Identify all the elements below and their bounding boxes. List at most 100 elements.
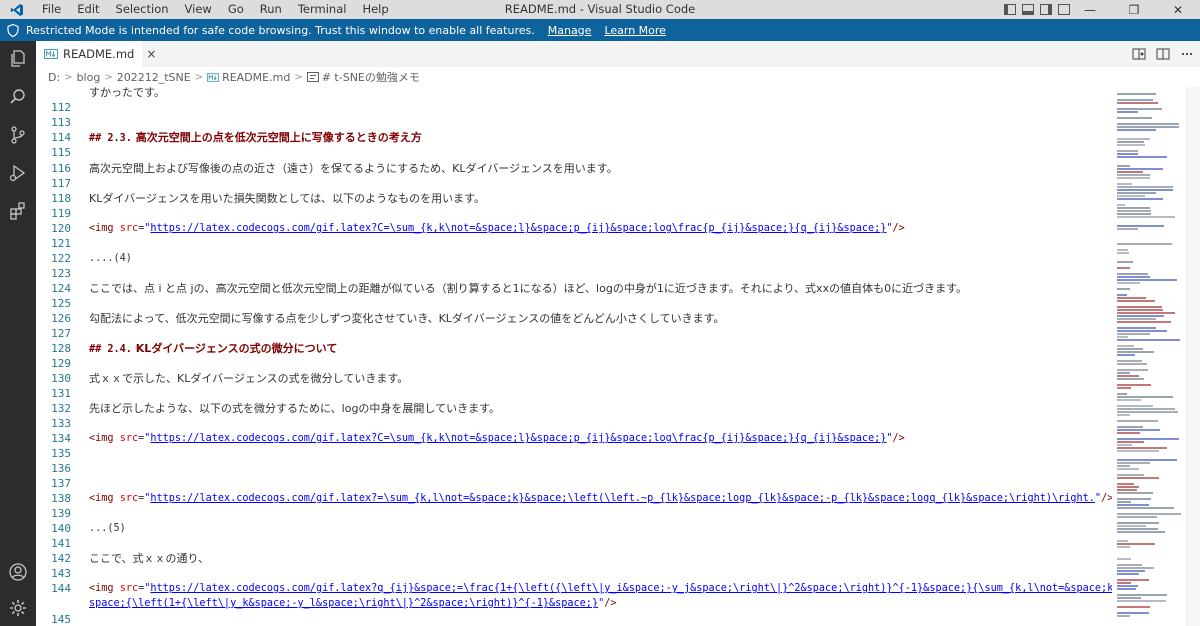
menu-run[interactable]: Run bbox=[252, 0, 290, 19]
minimap-line bbox=[1117, 432, 1140, 434]
toggle-secondary-sidebar-icon[interactable] bbox=[1040, 4, 1052, 15]
restore-button[interactable]: ❐ bbox=[1112, 0, 1156, 19]
minimap-line bbox=[1117, 477, 1159, 479]
minimap-line bbox=[1117, 261, 1133, 263]
minimap-line bbox=[1117, 318, 1156, 320]
close-window-button[interactable]: ✕ bbox=[1156, 0, 1200, 19]
minimap-line bbox=[1117, 138, 1150, 140]
breadcrumb-heading[interactable]: # t-SNEの勉強メモ bbox=[322, 69, 420, 85]
minimap-line bbox=[1117, 327, 1156, 329]
minimap-line bbox=[1117, 582, 1131, 584]
source-control-icon[interactable] bbox=[0, 117, 36, 153]
tab-readme[interactable]: README.md × bbox=[36, 41, 156, 67]
minimap-line bbox=[1117, 354, 1135, 356]
minimap-line bbox=[1117, 333, 1150, 335]
explorer-icon[interactable] bbox=[0, 41, 36, 77]
manage-link[interactable]: Manage bbox=[548, 24, 592, 37]
minimap-line bbox=[1117, 489, 1137, 491]
minimap-line bbox=[1117, 141, 1144, 143]
minimap-line bbox=[1117, 300, 1155, 302]
banner-message: Restricted Mode is intended for safe cod… bbox=[26, 23, 535, 37]
minimap-line bbox=[1117, 174, 1150, 176]
minimap-line bbox=[1117, 321, 1171, 323]
minimap-line bbox=[1117, 573, 1139, 575]
minimap-line bbox=[1117, 600, 1166, 602]
minimap-line bbox=[1117, 315, 1164, 317]
minimap[interactable] bbox=[1112, 87, 1186, 626]
manage-gear-icon[interactable] bbox=[0, 590, 36, 626]
toggle-primary-sidebar-icon[interactable] bbox=[1004, 4, 1016, 15]
minimap-line bbox=[1117, 216, 1175, 218]
minimap-line bbox=[1117, 111, 1138, 113]
window-controls: — ❐ ✕ bbox=[1068, 0, 1200, 19]
minimap-line bbox=[1117, 372, 1130, 374]
run-debug-icon[interactable] bbox=[0, 155, 36, 191]
minimap-line bbox=[1117, 486, 1139, 488]
learn-more-link[interactable]: Learn More bbox=[604, 24, 666, 37]
menu-edit[interactable]: Edit bbox=[69, 0, 107, 19]
minimap-line bbox=[1117, 399, 1141, 401]
minimap-line bbox=[1117, 516, 1157, 518]
minimap-line bbox=[1117, 243, 1172, 245]
minimap-line bbox=[1117, 177, 1150, 179]
more-actions-icon[interactable] bbox=[1180, 47, 1194, 61]
minimap-line bbox=[1117, 168, 1163, 170]
editor-area[interactable]: すかったです。 112 113 114 ## 2.3. 高次元空間上の点を低次元… bbox=[36, 87, 1112, 626]
minimap-line bbox=[1117, 438, 1179, 440]
minimap-line bbox=[1117, 378, 1144, 380]
minimap-line bbox=[1117, 330, 1167, 332]
breadcrumb-folder-tsne[interactable]: 202212_tSNE bbox=[117, 71, 191, 84]
menu-selection[interactable]: Selection bbox=[108, 0, 177, 19]
open-preview-to-side-icon[interactable] bbox=[1132, 47, 1146, 61]
vertical-scrollbar[interactable] bbox=[1186, 87, 1200, 626]
search-icon[interactable] bbox=[0, 79, 36, 115]
minimap-line bbox=[1117, 294, 1127, 296]
restricted-mode-banner: Restricted Mode is intended for safe cod… bbox=[0, 19, 1200, 41]
minimap-line bbox=[1117, 156, 1167, 158]
minimap-line bbox=[1117, 606, 1150, 608]
breadcrumb-drive[interactable]: D: bbox=[48, 71, 60, 84]
latex-url-link[interactable]: https://latex.codecogs.com/gif.latex?=\s… bbox=[150, 493, 1095, 504]
minimap-line bbox=[1117, 429, 1160, 431]
minimap-line bbox=[1117, 345, 1134, 347]
accounts-icon[interactable] bbox=[0, 554, 36, 590]
menu-go[interactable]: Go bbox=[220, 0, 252, 19]
menu-file[interactable]: File bbox=[34, 0, 69, 19]
minimap-line bbox=[1117, 474, 1144, 476]
line-number: 145 bbox=[51, 613, 71, 626]
split-editor-icon[interactable] bbox=[1156, 47, 1170, 61]
extensions-icon[interactable] bbox=[0, 193, 36, 229]
activity-bar bbox=[0, 41, 36, 626]
minimap-line bbox=[1117, 615, 1130, 617]
markdown-file-icon bbox=[207, 71, 220, 83]
minimap-line bbox=[1117, 144, 1145, 146]
minimize-button[interactable]: — bbox=[1068, 0, 1112, 19]
menu-view[interactable]: View bbox=[177, 0, 220, 19]
latex-url-link[interactable]: space;{\left(1+{\left\|y_k&space;-y_l&sp… bbox=[89, 598, 598, 609]
minimap-line bbox=[1117, 183, 1132, 185]
minimap-line bbox=[1117, 171, 1143, 173]
minimap-line bbox=[1117, 165, 1130, 167]
breadcrumb-file[interactable]: README.md bbox=[222, 71, 290, 84]
breadcrumb-folder-blog[interactable]: blog bbox=[77, 71, 101, 84]
symbol-string-icon bbox=[306, 71, 319, 83]
minimap-line bbox=[1117, 192, 1156, 194]
latex-url-link[interactable]: https://latex.codecogs.com/gif.latex?C=\… bbox=[150, 223, 886, 234]
minimap-line bbox=[1117, 195, 1145, 197]
menu-help[interactable]: Help bbox=[354, 0, 396, 19]
tab-close-button[interactable]: × bbox=[146, 47, 156, 61]
latex-url-link[interactable]: https://latex.codecogs.com/gif.latex?C=\… bbox=[150, 433, 886, 444]
minimap-line bbox=[1117, 312, 1175, 314]
minimap-line bbox=[1117, 186, 1173, 188]
toggle-panel-icon[interactable] bbox=[1022, 4, 1034, 15]
minimap-line bbox=[1117, 126, 1179, 128]
shield-icon bbox=[2, 23, 24, 37]
minimap-line bbox=[1117, 210, 1151, 212]
latex-url-link[interactable]: https://latex.codecogs.com/gif.latex?q_{… bbox=[150, 583, 1112, 594]
minimap-line bbox=[1117, 543, 1155, 545]
minimap-line bbox=[1117, 249, 1128, 251]
menu-terminal[interactable]: Terminal bbox=[290, 0, 355, 19]
minimap-line bbox=[1117, 273, 1148, 275]
menu-bar: File Edit Selection View Go Run Terminal… bbox=[34, 0, 397, 19]
minimap-line bbox=[1117, 594, 1167, 596]
